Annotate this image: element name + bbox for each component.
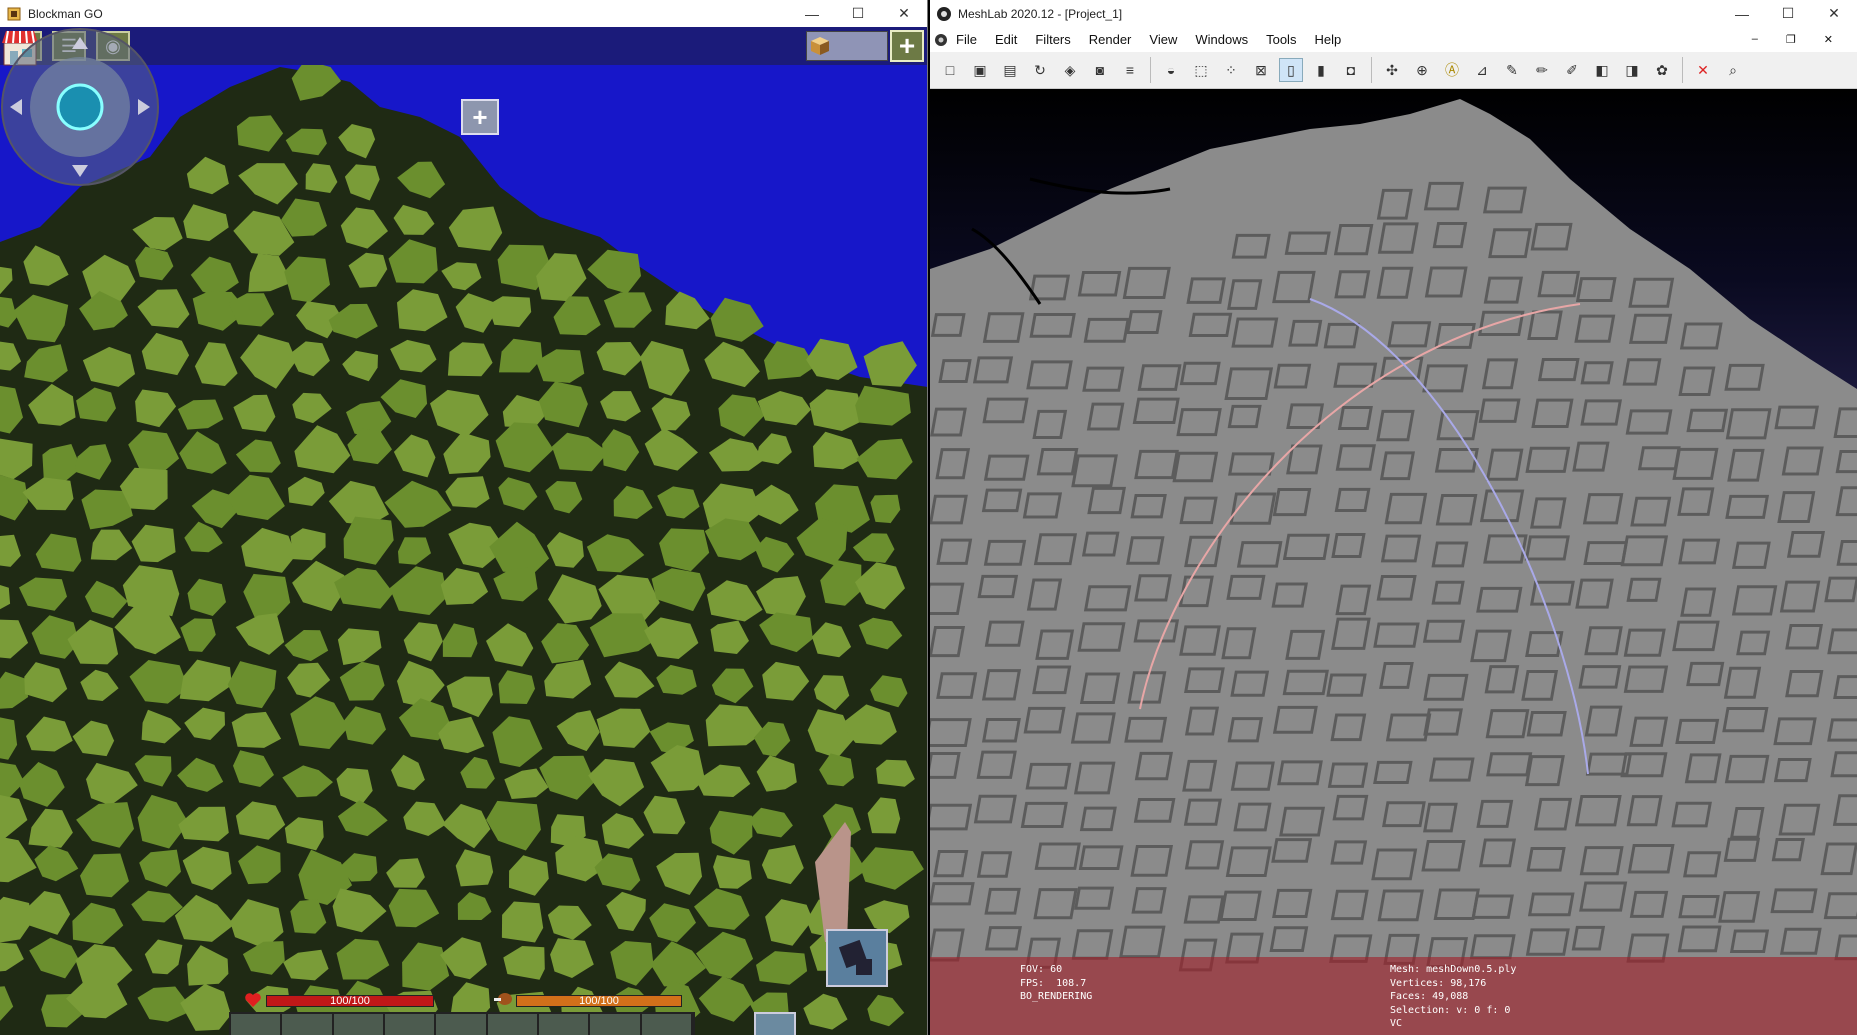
info-left: FOV: 60 FPS: 108.7 BO_RENDERING [1020,963,1092,1004]
brush-icon[interactable]: ✐ [1560,58,1584,82]
currency-box [806,31,888,61]
hunger-bar: 100/100 [516,995,682,1007]
faces-text: Faces: 49,088 [1390,991,1469,1002]
select-vertices-icon[interactable]: ◨ [1620,58,1644,82]
joystick[interactable] [0,27,160,187]
mdi-minimize-button[interactable]: – [1752,33,1758,46]
mesh-name-text: Mesh: meshDown0.5.ply [1390,964,1517,975]
meshlab-window: MeshLab 2020.12 - [Project_1] — ☐ ✕ File… [930,0,1857,1035]
axis-icon[interactable]: ✣ [1380,58,1404,82]
menu-edit[interactable]: Edit [995,32,1017,47]
inventory-button[interactable] [754,1012,796,1035]
snapshot-icon[interactable]: ◙ [1088,58,1112,82]
delete-icon[interactable]: ✕ [1691,58,1715,82]
heart-icon [245,993,261,1007]
game-viewport[interactable]: ⚙ ☰ ◉ + + 100/100 100/100 [0,27,927,1035]
info-panel: FOV: 60 FPS: 108.7 BO_RENDERING Mesh: me… [930,957,1857,1035]
wireframe-icon[interactable]: ⊠ [1249,58,1273,82]
main-toolbar: □ ▣ ▤ ↻ ◈ ◙ ≡ ◒ ⬚ ⁘ ⊠ ▯ ▮ ◘ ✣ ⊕ Ⓐ ⊿ ✎ ✏ ✐ ◧ ◨ ✿ ✕ ⌕ [930,52,1857,89]
minimize-button[interactable]: — [1719,0,1765,27]
minimize-button[interactable]: — [789,0,835,27]
menu-help[interactable]: Help [1314,32,1341,47]
maximize-button[interactable]: ☐ [835,0,881,27]
hotbar-slot[interactable] [333,1014,385,1035]
bbox-icon[interactable]: ⬚ [1189,58,1213,82]
hunger-label: 100/100 [579,995,619,1007]
jump-icon [838,939,872,975]
menu-bar: File Edit Filters Render View Windows To… [930,27,1857,52]
reload-icon[interactable]: ↻ [1028,58,1052,82]
hotbar-slot[interactable] [641,1014,693,1035]
menu-render[interactable]: Render [1089,32,1132,47]
import-mesh-icon[interactable]: ▤ [998,58,1022,82]
held-item [815,822,851,942]
toolbar-separator [1150,57,1151,83]
layers-icon[interactable]: ≡ [1118,58,1142,82]
plus-icon[interactable]: + [461,99,499,135]
menu-view[interactable]: View [1149,32,1177,47]
blockman-title: Blockman GO [28,6,103,21]
smooth-icon[interactable]: ▮ [1309,58,1333,82]
blockman-titlebar: Blockman GO — ☐ ✕ [0,0,927,27]
info-right: Mesh: meshDown0.5.ply Vertices: 98,176 F… [1390,963,1516,1031]
cube-icon [811,37,829,55]
hotbar-slot[interactable] [590,1014,642,1035]
mdi-close-button[interactable]: ✕ [1824,33,1833,46]
selection-text: Selection: v: 0 f: 0 [1390,1004,1511,1016]
health-label: 100/100 [330,995,370,1007]
hotbar-slot[interactable] [487,1014,539,1035]
toolbar-separator [1371,57,1372,83]
menu-file[interactable]: File [956,32,977,47]
select-faces-icon[interactable]: ◧ [1590,58,1614,82]
menu-tools[interactable]: Tools [1266,32,1296,47]
vertices-text: Vertices: 98,176 [1390,977,1487,989]
blockman-app-icon [7,7,21,20]
open-project-icon[interactable]: ▣ [968,58,992,82]
color-icon[interactable]: ✿ [1650,58,1674,82]
annotation-icon[interactable]: Ⓐ [1440,58,1464,82]
hotbar[interactable] [229,1012,695,1035]
close-button[interactable]: ✕ [881,0,927,27]
new-project-icon[interactable]: □ [938,58,962,82]
export-mesh-icon[interactable]: ◈ [1058,58,1082,82]
meshlab-titlebar: MeshLab 2020.12 - [Project_1] — ☐ ✕ [930,0,1857,27]
jump-button[interactable] [826,929,888,987]
close-button[interactable]: ✕ [1811,0,1857,27]
texture-icon[interactable]: ◘ [1339,58,1363,82]
add-currency-button[interactable]: + [890,30,924,62]
menu-windows[interactable]: Windows [1195,32,1248,47]
vc-text: VC [1390,1018,1403,1029]
mesh-surface [930,99,1857,1035]
sphere-icon[interactable]: ⊕ [1410,58,1434,82]
hotbar-slot[interactable] [282,1014,334,1035]
mesh-render[interactable] [930,89,1857,1035]
flat-icon[interactable]: ▯ [1279,58,1303,82]
pick-icon[interactable]: ✎ [1500,58,1524,82]
render-mode-icon[interactable]: ◒ [1159,58,1183,82]
meshlab-title: MeshLab 2020.12 - [Project_1] [958,6,1123,21]
fov-text: FOV: 60 [1020,964,1063,975]
menu-filters[interactable]: Filters [1035,32,1070,47]
hotbar-slot[interactable] [384,1014,437,1035]
meshlab-app-icon [937,6,951,21]
measure-icon[interactable]: ⊿ [1470,58,1494,82]
hotbar-slot[interactable] [436,1014,488,1035]
document-icon [935,33,947,46]
maximize-button[interactable]: ☐ [1765,0,1811,27]
points-icon[interactable]: ⁘ [1219,58,1243,82]
paint-icon[interactable]: ✏ [1530,58,1554,82]
render-mode-text: BO_RENDERING [1020,991,1093,1002]
fps-text: FPS: 108.7 [1020,977,1087,989]
hotbar-slot[interactable] [231,1014,283,1035]
search-icon[interactable]: ⌕ [1721,58,1745,82]
hotbar-slot[interactable] [538,1014,591,1035]
health-bar: 100/100 [266,995,434,1007]
mesh-viewport[interactable]: FOV: 60 FPS: 108.7 BO_RENDERING Mesh: me… [930,89,1857,1035]
mdi-restore-button[interactable]: ❐ [1786,33,1796,46]
toolbar-separator [1682,57,1683,83]
meat-icon [494,993,512,1005]
grass-tile [863,341,917,387]
blockman-window: Blockman GO — ☐ ✕ ⚙ ☰ ◉ + + [0,0,928,1035]
